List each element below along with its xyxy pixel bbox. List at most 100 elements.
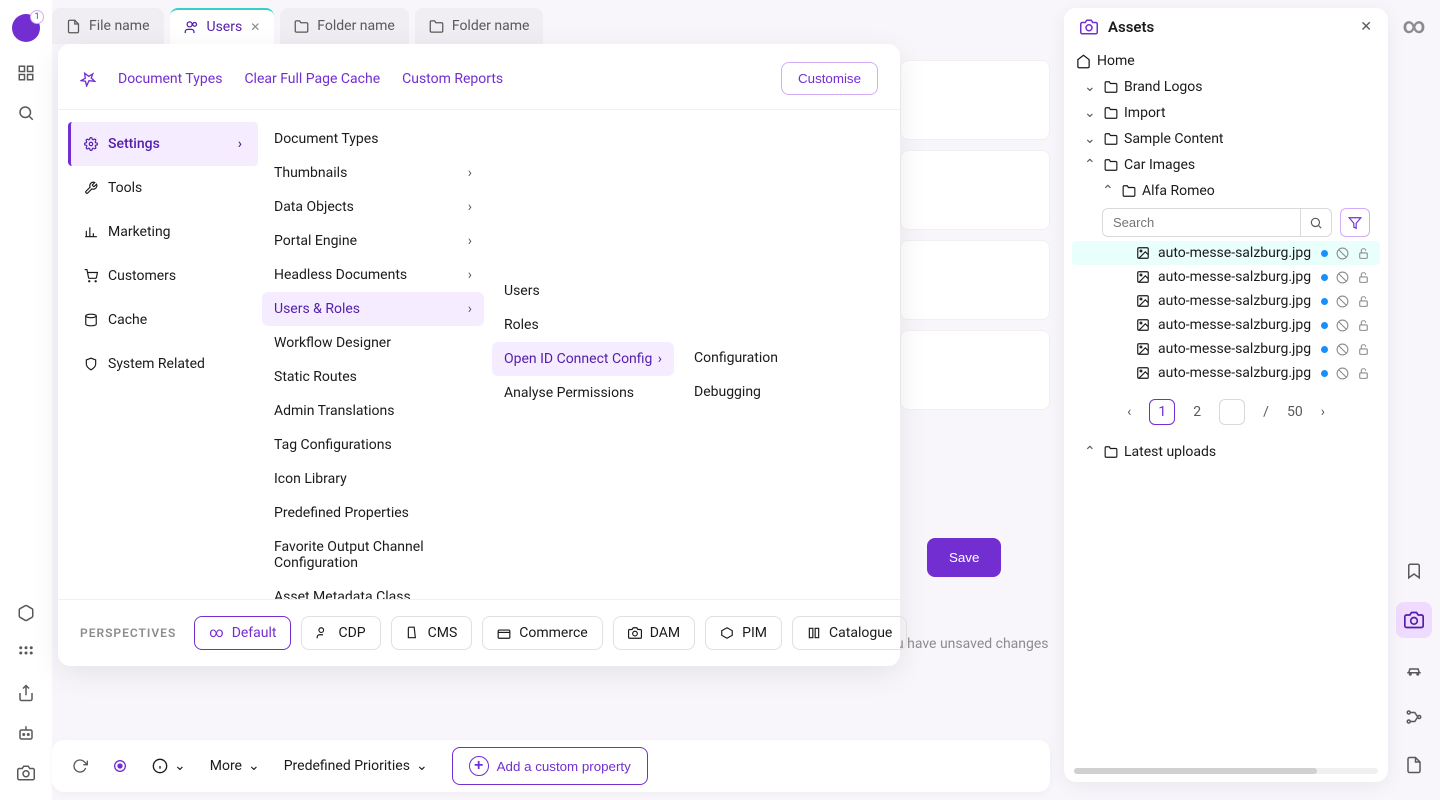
link-clear-cache[interactable]: Clear Full Page Cache xyxy=(244,71,380,87)
camera-icon[interactable] xyxy=(17,764,35,782)
col2-headless-documents[interactable]: Headless Documents› xyxy=(262,258,484,292)
asset-item[interactable]: auto-messe-salzburg.jpg xyxy=(1072,361,1380,385)
asset-item[interactable]: auto-messe-salzburg.jpg xyxy=(1072,313,1380,337)
col2-document-types[interactable]: Document Types xyxy=(262,122,484,156)
refresh-icon[interactable] xyxy=(72,758,88,774)
perspective-cms[interactable]: CMS xyxy=(391,616,473,650)
grid-icon[interactable] xyxy=(17,64,35,82)
page-2[interactable]: 2 xyxy=(1193,404,1201,420)
pin-icon[interactable] xyxy=(80,71,96,87)
add-custom-property-button[interactable]: +Add a custom property xyxy=(452,747,648,785)
share-icon[interactable] xyxy=(17,684,35,702)
page-prev[interactable]: ‹ xyxy=(1127,404,1131,420)
save-button[interactable]: Save xyxy=(927,538,1001,577)
tree-brand-logos[interactable]: ⌄Brand Logos xyxy=(1072,74,1380,100)
tab-users[interactable]: Users ✕ xyxy=(170,8,275,44)
col3-analyse-permissions[interactable]: Analyse Permissions xyxy=(492,376,674,410)
perspective-pim[interactable]: PIM xyxy=(705,616,782,650)
filter-button[interactable] xyxy=(1340,208,1370,237)
col2-portal-engine[interactable]: Portal Engine› xyxy=(262,224,484,258)
col1-system-related[interactable]: System Related xyxy=(68,342,258,386)
camera-panel-icon[interactable] xyxy=(1396,602,1432,638)
menu-label: Debugging xyxy=(694,384,761,400)
menu-label: Headless Documents xyxy=(274,267,407,283)
tab-folder-2[interactable]: Folder name xyxy=(415,8,544,44)
locate-icon[interactable] xyxy=(112,758,128,774)
col2-thumbnails[interactable]: Thumbnails› xyxy=(262,156,484,190)
apps-icon[interactable] xyxy=(17,644,35,662)
bookmark-icon[interactable] xyxy=(1397,554,1431,588)
col1-marketing[interactable]: Marketing xyxy=(68,210,258,254)
col1-settings[interactable]: Settings› xyxy=(68,122,258,166)
col2-predefined-properties[interactable]: Predefined Properties xyxy=(262,496,484,530)
col1-customers[interactable]: Customers xyxy=(68,254,258,298)
perspective-catalogue[interactable]: Catalogue xyxy=(792,616,907,650)
tree-car-images[interactable]: ⌃Car Images xyxy=(1072,152,1380,178)
col4-configuration[interactable]: Configuration xyxy=(682,341,834,375)
tab-folder-1[interactable]: Folder name xyxy=(280,8,409,44)
col1-tools[interactable]: Tools xyxy=(68,166,258,210)
tree-latest-uploads[interactable]: ⌃Latest uploads xyxy=(1072,439,1380,465)
col3-open-id-connect-config[interactable]: Open ID Connect Config› xyxy=(492,342,674,376)
perspective-cdp[interactable]: CDP xyxy=(301,616,380,650)
page-1[interactable]: 1 xyxy=(1149,399,1175,425)
col1-cache[interactable]: Cache xyxy=(68,298,258,342)
perspective-commerce[interactable]: Commerce xyxy=(482,616,602,650)
menu-label: Asset Metadata Class Definitions xyxy=(274,589,472,599)
close-icon[interactable]: ✕ xyxy=(1360,19,1372,35)
col3-users[interactable]: Users xyxy=(492,274,674,308)
perspective-default[interactable]: ∞Default xyxy=(194,616,291,650)
col2-workflow-designer[interactable]: Workflow Designer xyxy=(262,326,484,360)
persp-icon xyxy=(316,626,330,640)
page-input[interactable] xyxy=(1219,399,1245,425)
search-button[interactable] xyxy=(1300,209,1331,236)
asset-item[interactable]: auto-messe-salzburg.jpg xyxy=(1072,337,1380,361)
flow-icon[interactable] xyxy=(1397,700,1431,734)
asset-item[interactable]: auto-messe-salzburg.jpg xyxy=(1072,289,1380,313)
col4-debugging[interactable]: Debugging xyxy=(682,375,834,409)
more-dropdown[interactable]: More ⌄ xyxy=(210,758,260,774)
col2-admin-translations[interactable]: Admin Translations xyxy=(262,394,484,428)
col2-data-objects[interactable]: Data Objects› xyxy=(262,190,484,224)
link-custom-reports[interactable]: Custom Reports xyxy=(402,71,503,87)
avatar[interactable]: 1 xyxy=(12,14,40,42)
col2-tag-configurations[interactable]: Tag Configurations xyxy=(262,428,484,462)
chevron-down-icon: ⌄ xyxy=(1084,131,1098,147)
page-next[interactable]: › xyxy=(1321,404,1325,420)
persp-label: CMS xyxy=(428,625,458,641)
tree-sample-content[interactable]: ⌄Sample Content xyxy=(1072,126,1380,152)
col2-asset-metadata-class-definitions[interactable]: Asset Metadata Class Definitions xyxy=(262,580,484,599)
col3-roles[interactable]: Roles xyxy=(492,308,674,342)
link-document-types[interactable]: Document Types xyxy=(118,71,222,87)
search-input[interactable] xyxy=(1103,209,1300,236)
col2-users-roles[interactable]: Users & Roles› xyxy=(262,292,484,326)
perspective-dam[interactable]: DAM xyxy=(613,616,695,650)
doc-icon[interactable] xyxy=(1397,748,1431,782)
tree-import[interactable]: ⌄Import xyxy=(1072,100,1380,126)
customise-button[interactable]: Customise xyxy=(781,62,878,95)
plus-icon: + xyxy=(469,756,489,776)
tree-alfa-romeo[interactable]: ⌃Alfa Romeo xyxy=(1072,178,1380,204)
col2-static-routes[interactable]: Static Routes xyxy=(262,360,484,394)
col2-favorite-output-channel-configuration[interactable]: Favorite Output Channel Configuration xyxy=(262,530,484,580)
image-icon xyxy=(1136,294,1150,308)
priorities-dropdown[interactable]: Predefined Priorities ⌄ xyxy=(284,758,428,774)
scrollbar[interactable] xyxy=(1074,768,1378,774)
info-dropdown[interactable]: ⌄ xyxy=(152,758,186,774)
logo-icon[interactable]: ∞ xyxy=(1403,14,1426,39)
asset-item[interactable]: auto-messe-salzburg.jpg xyxy=(1072,265,1380,289)
chevron-down-icon: ⌄ xyxy=(248,758,260,774)
search-icon[interactable] xyxy=(17,104,35,122)
tree-home[interactable]: Home xyxy=(1072,48,1380,74)
col2-icon-library[interactable]: Icon Library xyxy=(262,462,484,496)
car-icon[interactable] xyxy=(1397,652,1431,686)
close-icon[interactable]: ✕ xyxy=(250,20,260,34)
asset-item[interactable]: auto-messe-salzburg.jpg xyxy=(1072,241,1380,265)
tab-file[interactable]: File name xyxy=(52,8,164,44)
bot-icon[interactable] xyxy=(17,724,35,742)
status-dot xyxy=(1321,346,1328,353)
status-dot xyxy=(1321,298,1328,305)
box-icon[interactable] xyxy=(17,604,35,622)
asset-name: auto-messe-salzburg.jpg xyxy=(1158,293,1313,309)
menu-label: Customers xyxy=(108,268,176,284)
